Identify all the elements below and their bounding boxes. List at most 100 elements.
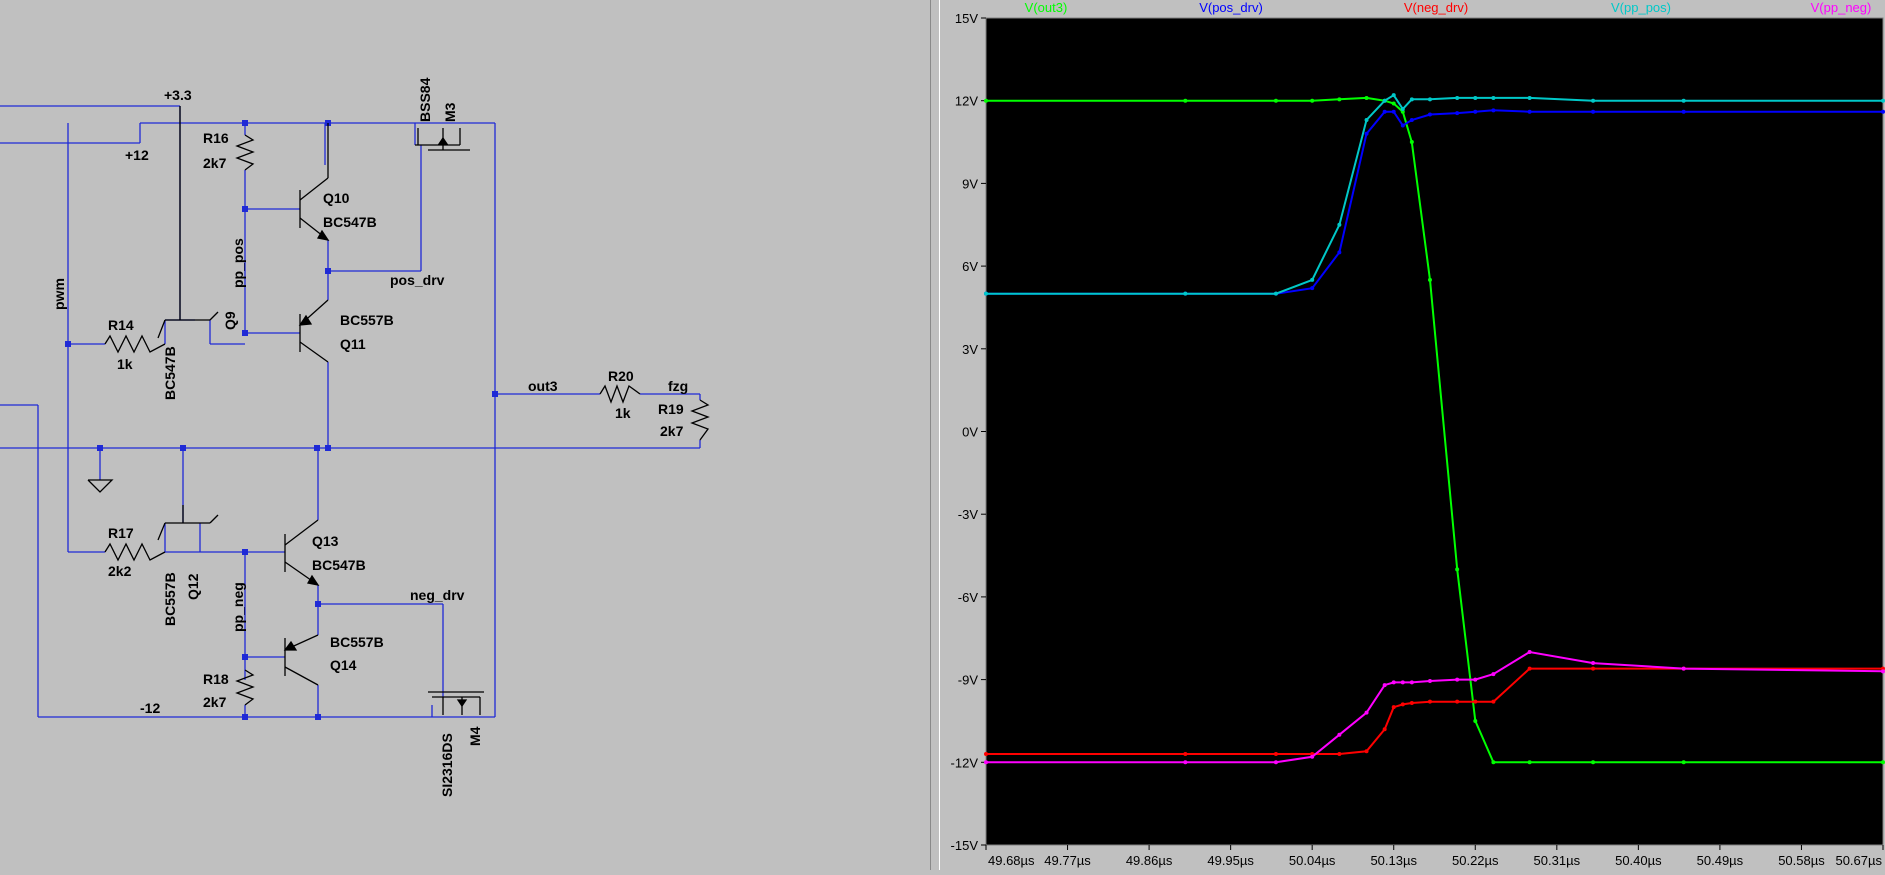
trace-point xyxy=(1591,661,1596,666)
trace-point xyxy=(1273,760,1278,765)
pane-splitter[interactable] xyxy=(930,0,940,870)
mosfet-m3-symbol[interactable] xyxy=(415,128,470,151)
trace-point xyxy=(1527,650,1532,655)
trace-point xyxy=(1455,95,1460,100)
trace-point xyxy=(984,752,988,757)
net-label-v33: +3.3 xyxy=(164,87,192,103)
y-tick-label: -3V xyxy=(958,507,979,522)
trace-point xyxy=(1183,98,1188,103)
trace-point xyxy=(1382,727,1387,732)
trace-point xyxy=(1591,760,1596,765)
legend-entry[interactable]: V(pp_pos) xyxy=(1611,0,1671,15)
trace-point xyxy=(1427,112,1432,117)
legend-entry[interactable]: V(pp_neg) xyxy=(1811,0,1872,15)
x-tick-label: 50.40µs xyxy=(1615,853,1662,868)
trace-point xyxy=(1400,702,1405,707)
y-tick-label: 6V xyxy=(962,259,978,274)
trace-point xyxy=(1473,109,1478,114)
net-label-out3: out3 xyxy=(528,378,558,394)
plot-area[interactable] xyxy=(985,17,1884,846)
transistor-q14-symbol[interactable] xyxy=(283,634,319,686)
trace-point xyxy=(1183,760,1188,765)
value-r14: 1k xyxy=(117,356,133,372)
trace-point xyxy=(1382,98,1387,103)
x-tick-label: 50.04µs xyxy=(1289,853,1336,868)
trace-point xyxy=(1491,95,1496,100)
trace-point xyxy=(1527,95,1532,100)
label-q12: Q12 xyxy=(185,573,201,600)
waveform-pane[interactable]: 15V 12V 9V 6V 3V 0V -3V -6V -9V -12V -15V 49.68µs 49… xyxy=(940,0,1885,870)
trace-point xyxy=(1473,95,1478,100)
legend-entry[interactable]: V(neg_drv) xyxy=(1404,0,1468,15)
trace-point xyxy=(1455,111,1460,116)
trace-point xyxy=(1391,109,1396,114)
trace-point xyxy=(1364,117,1369,122)
y-tick-label: 0V xyxy=(962,425,978,440)
trace-point xyxy=(1491,108,1496,113)
resistor-r16-symbol[interactable] xyxy=(235,134,255,171)
trace-point xyxy=(1591,109,1596,114)
resistor-r17-symbol[interactable] xyxy=(104,542,166,562)
schematic-canvas[interactable]: R16 2k7 Q10 BC547B Q11 BC557B Q9 BC547B … xyxy=(0,0,930,870)
y-tick-label: 3V xyxy=(962,342,978,357)
trace-point xyxy=(1391,705,1396,710)
mosfet-m4-symbol[interactable] xyxy=(428,691,484,715)
y-tick-label: 12V xyxy=(955,94,978,109)
trace-point xyxy=(1427,277,1432,282)
x-tick-label: 50.31µs xyxy=(1534,853,1581,868)
resistor-r19-symbol[interactable] xyxy=(690,399,710,441)
trace-point xyxy=(1527,666,1532,671)
x-tick-label: 50.58µs xyxy=(1778,853,1825,868)
trace-point xyxy=(1527,109,1532,114)
trace-point xyxy=(1591,666,1596,671)
waveform-plot[interactable]: 15V 12V 9V 6V 3V 0V -3V -6V -9V -12V -15V 49.68µs 49… xyxy=(940,0,1885,870)
x-tick-label: 50.67µs xyxy=(1835,853,1882,868)
net-label-pwm: pwm xyxy=(51,278,67,310)
trace-point xyxy=(1409,701,1414,706)
transistor-q13-symbol[interactable] xyxy=(284,519,320,586)
trace-point xyxy=(1310,286,1315,291)
label-r18: R18 xyxy=(203,671,229,687)
trace-point xyxy=(1473,699,1478,704)
x-tick-label: 50.13µs xyxy=(1370,853,1417,868)
transistor-q11-symbol[interactable] xyxy=(298,299,329,363)
resistor-r14-symbol[interactable] xyxy=(104,334,166,354)
label-r17: R17 xyxy=(108,525,134,541)
net-label-v12: +12 xyxy=(125,147,149,163)
trace-point xyxy=(1681,760,1686,765)
trace-point xyxy=(1491,699,1496,704)
trace-point xyxy=(1681,98,1686,103)
trace-point xyxy=(1391,101,1396,106)
trace-point xyxy=(1409,97,1414,102)
value-r16: 2k7 xyxy=(203,155,227,171)
trace-point xyxy=(1400,680,1405,685)
trace-point xyxy=(1881,98,1885,103)
label-q14: Q14 xyxy=(330,657,357,673)
legend-entry[interactable]: V(pos_drv) xyxy=(1199,0,1263,15)
trace-point xyxy=(1473,718,1478,723)
trace-point xyxy=(1337,250,1342,255)
y-tick-label: -9V xyxy=(958,673,979,688)
legend-entry[interactable]: V(out3) xyxy=(1025,0,1068,15)
value-m3: BSS84 xyxy=(417,77,433,122)
resistor-r20-symbol[interactable] xyxy=(599,384,641,404)
transistor-q12-symbol[interactable] xyxy=(157,505,219,541)
trace-point xyxy=(1364,710,1369,715)
x-tick-label: 49.86µs xyxy=(1126,853,1173,868)
trace-point xyxy=(1881,760,1885,765)
net-label-pp-pos: pp_pos xyxy=(230,238,246,288)
trace-point xyxy=(1382,683,1387,688)
y-tick-label: 9V xyxy=(962,176,978,191)
value-q10: BC547B xyxy=(323,214,377,230)
schematic-pane[interactable]: R16 2k7 Q10 BC547B Q11 BC557B Q9 BC547B … xyxy=(0,0,930,870)
trace-point xyxy=(1455,699,1460,704)
value-m4: SI2316DS xyxy=(439,733,455,797)
schematic-junctions xyxy=(65,120,498,720)
label-r19: R19 xyxy=(658,401,684,417)
trace-point xyxy=(1400,123,1405,128)
label-q13: Q13 xyxy=(312,533,339,549)
trace-point xyxy=(1364,95,1369,100)
trace-point xyxy=(1400,106,1405,111)
trace-point xyxy=(1337,732,1342,737)
schematic-wires[interactable] xyxy=(0,105,701,718)
